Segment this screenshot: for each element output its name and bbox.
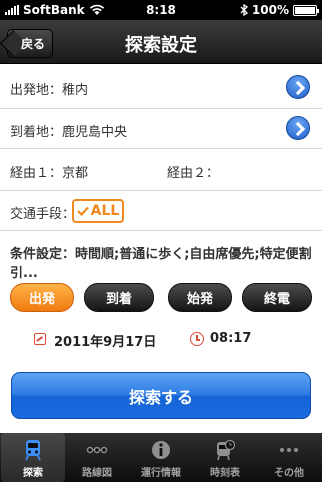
transport-all-toggle[interactable]: ALL <box>72 199 124 223</box>
conditions-row[interactable]: 条件設定：時間順;普通に歩く;自由席優先;特定便割引... <box>0 231 322 281</box>
tab-label: 時刻表 <box>210 468 240 479</box>
tab-timetable[interactable]: 時刻表 <box>193 433 257 482</box>
first-train-button[interactable]: 始発 <box>168 283 232 312</box>
transport-all-label: ALL <box>90 203 120 219</box>
route-map-icon <box>86 446 108 454</box>
time-value[interactable]: 08:17 <box>210 331 251 346</box>
tab-label: 路線図 <box>82 468 112 479</box>
bluetooth-icon <box>240 4 248 16</box>
battery-percent: 100% <box>251 3 289 17</box>
arrival-detail-icon[interactable] <box>286 116 310 140</box>
arrival-row[interactable]: 到着地：鹿児島中央 <box>0 109 322 149</box>
transport-label: 交通手段： <box>10 207 76 222</box>
departure-row[interactable]: 出発地：稚内 <box>0 65 322 109</box>
info-icon <box>152 441 170 459</box>
back-button-label: 戻る <box>20 37 45 51</box>
train-icon <box>25 440 41 461</box>
tab-other[interactable]: その他 <box>257 433 321 482</box>
check-icon <box>76 206 89 216</box>
status-bar: SoftBank 8:18 100% <box>0 0 322 20</box>
navigation-bar: 探索設定 戻る <box>0 20 322 64</box>
conditions-label: 条件設定：時間順;普通に歩く;自由席優先;特定便割引... <box>10 247 312 281</box>
arrive-button[interactable]: 到着 <box>84 283 154 312</box>
tab-route-map[interactable]: 路線図 <box>65 433 129 482</box>
search-button[interactable]: 探索する <box>11 372 311 419</box>
departure-detail-icon[interactable] <box>286 75 310 99</box>
tab-label: 探索 <box>23 468 43 479</box>
departure-label: 出発地：稚内 <box>10 83 89 98</box>
tab-label: 運行情報 <box>141 468 181 479</box>
last-train-button[interactable]: 終電 <box>242 283 312 312</box>
tab-search[interactable]: 探索 <box>1 433 65 482</box>
via1-field[interactable]: 経由１：京都 <box>10 162 88 181</box>
calendar-icon[interactable] <box>34 333 46 345</box>
via2-field[interactable]: 経由２： <box>167 162 219 181</box>
battery-icon <box>293 4 319 16</box>
datetime-row: 2011年9月17日 08:17 <box>0 330 322 350</box>
status-right: 100% <box>240 3 319 17</box>
more-icon <box>280 448 298 452</box>
timetable-icon <box>217 439 235 461</box>
back-button[interactable]: 戻る <box>0 29 53 58</box>
depart-button[interactable]: 出発 <box>10 283 74 312</box>
clock-icon[interactable] <box>190 332 204 346</box>
transport-row: 交通手段： ALL <box>0 191 322 231</box>
via-row: 経由１：京都 経由２： <box>0 149 322 191</box>
tab-bar: 探索 路線図 運行情報 時刻表 その他 <box>0 433 322 482</box>
tab-label: その他 <box>274 468 304 479</box>
arrival-label: 到着地：鹿児島中央 <box>10 125 128 140</box>
date-value[interactable]: 2011年9月17日 <box>54 331 156 350</box>
tab-service-info[interactable]: 運行情報 <box>129 433 193 482</box>
